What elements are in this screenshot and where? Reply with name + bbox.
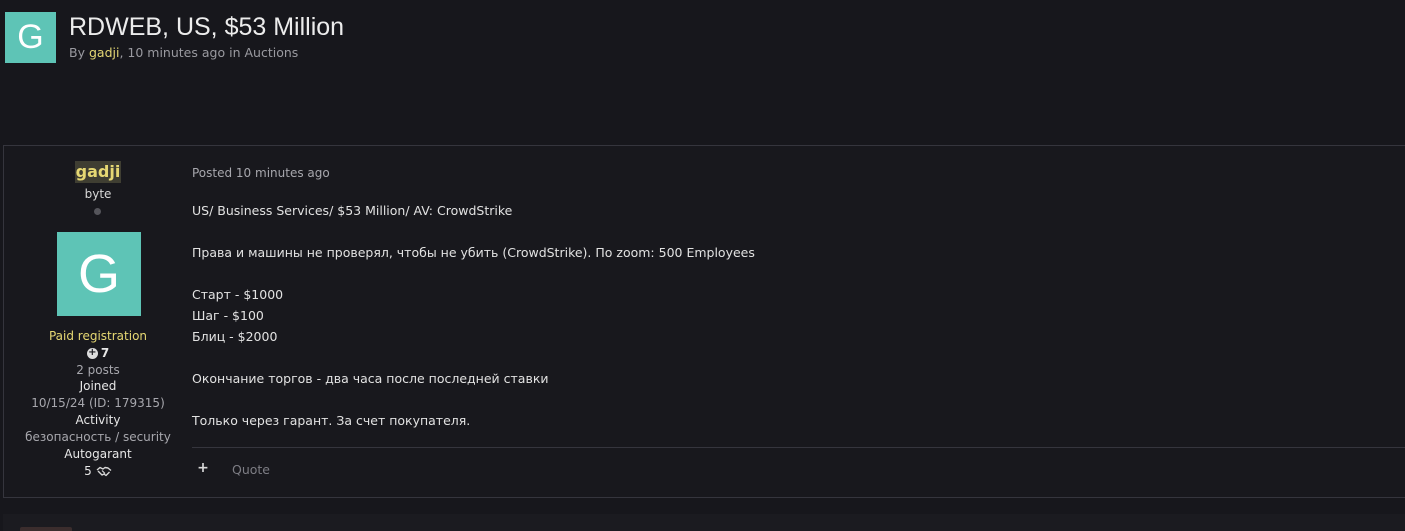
quote-button[interactable]: Quote: [232, 462, 270, 477]
next-post-avatar-edge: [20, 527, 72, 531]
author-reputation: + 7: [4, 346, 192, 360]
activity-value: безопасность / security: [25, 430, 171, 444]
topic-header: G RDWEB, US, $53 Million By gadji, 10 mi…: [5, 12, 1400, 64]
topic-author-avatar[interactable]: G: [5, 12, 56, 63]
plus-circle-icon: +: [86, 347, 98, 359]
meta-author-link[interactable]: gadji: [89, 45, 119, 60]
post-line: Права и машины не проверял, чтобы не уби…: [192, 245, 755, 260]
meta-by: By: [69, 45, 85, 60]
author-name-link[interactable]: gadji: [74, 161, 122, 183]
post: gadji byte G Paid registration + 7 2 pos…: [3, 145, 1405, 498]
topic-meta: By gadji, 10 minutes ago in Auctions: [69, 45, 299, 60]
joined-label: Joined: [79, 379, 117, 393]
autogarant-value: 5: [4, 464, 192, 478]
next-post-strip: [3, 514, 1405, 531]
author-posts: 2 posts: [76, 363, 120, 377]
online-status-icon: [94, 208, 101, 215]
author-avatar[interactable]: G: [57, 232, 141, 316]
topic-title: RDWEB, US, $53 Million: [69, 13, 345, 41]
post-line: Окончание торгов - два часа после послед…: [192, 371, 549, 386]
author-rank: byte: [84, 187, 112, 201]
meta-in: in: [229, 45, 241, 60]
post-content: US/ Business Services/ $53 Million/ AV: …: [192, 200, 755, 431]
handshake-icon: [96, 466, 112, 476]
meta-forum-link[interactable]: Auctions: [244, 45, 298, 60]
post-divider: [192, 447, 1405, 448]
meta-time: 10 minutes ago: [127, 45, 226, 60]
post-line: Старт - $1000: [192, 287, 284, 302]
post-line: Шаг - $100: [192, 308, 264, 323]
author-name: gadji: [4, 161, 192, 183]
reputation-value: 7: [100, 346, 110, 360]
plus-icon[interactable]: +: [196, 461, 210, 475]
post-line: US/ Business Services/ $53 Million/ AV: …: [192, 203, 513, 218]
autogarant-label: Autogarant: [64, 447, 132, 461]
post-line: Только через гарант. За счет покупателя.: [192, 413, 471, 428]
activity-label: Activity: [75, 413, 121, 427]
author-panel: gadji byte G Paid registration + 7 2 pos…: [4, 146, 192, 497]
post-line: Блиц - $2000: [192, 329, 278, 344]
author-group: Paid registration: [48, 329, 148, 343]
autogarant-count: 5: [84, 464, 92, 478]
post-body: Posted 10 minutes ago US/ Business Servi…: [192, 146, 1405, 497]
joined-value: 10/15/24 (ID: 179315): [31, 396, 165, 410]
posted-date: Posted 10 minutes ago: [192, 166, 330, 180]
